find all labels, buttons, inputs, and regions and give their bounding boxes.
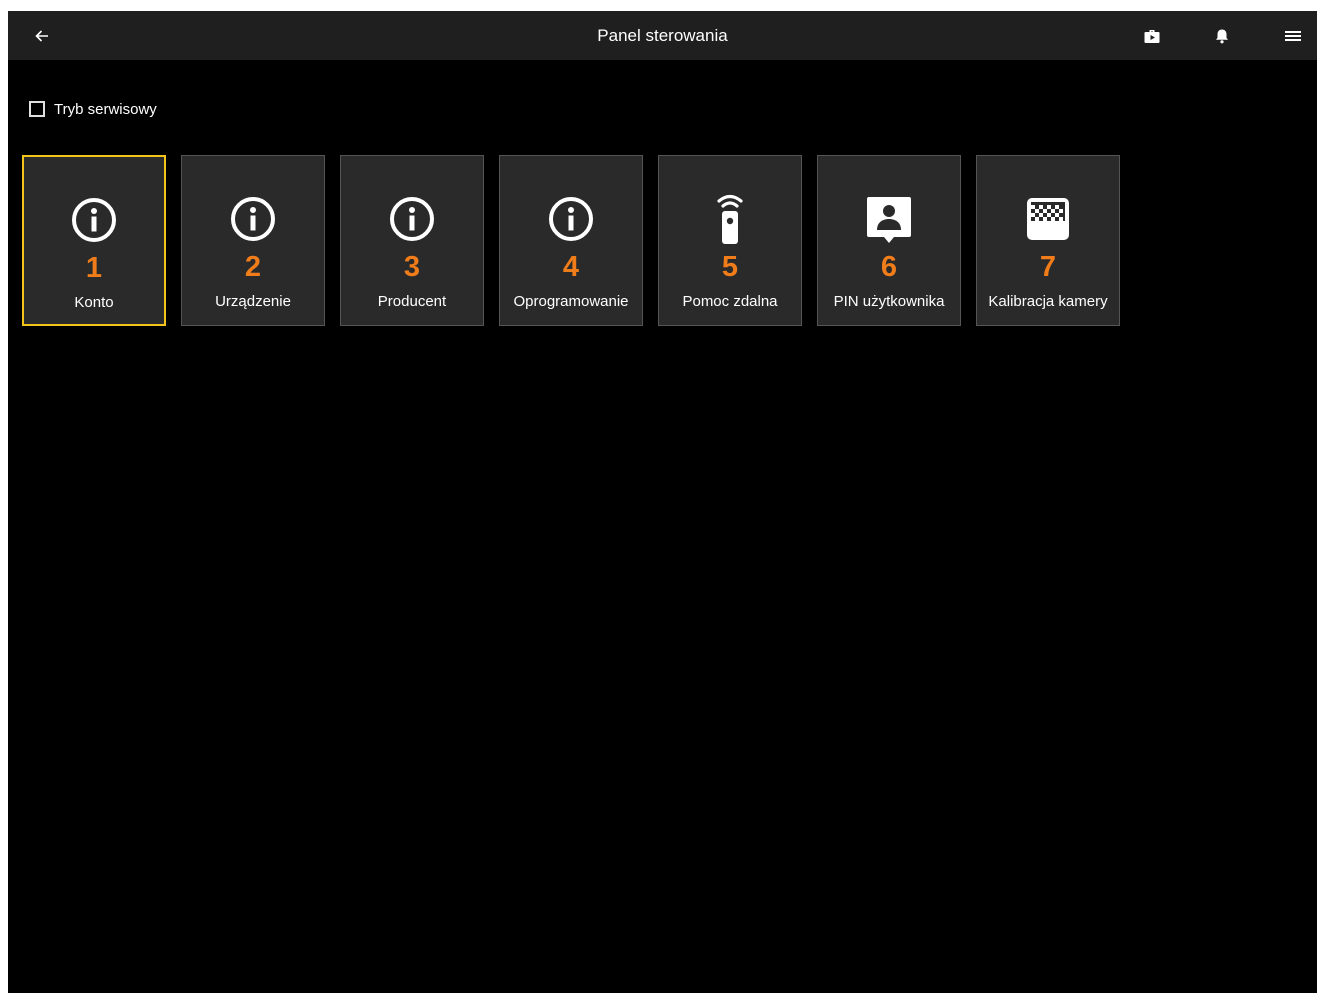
briefcase-button[interactable] xyxy=(1135,19,1169,53)
briefcase-play-icon xyxy=(1144,30,1160,43)
service-mode-toggle[interactable]: Tryb serwisowy xyxy=(29,97,157,121)
info-icon xyxy=(72,198,116,242)
tile-label: Konto xyxy=(74,294,114,311)
info-icon xyxy=(549,197,593,241)
notifications-button[interactable] xyxy=(1205,19,1239,53)
tile-remote-help[interactable]: 5 Pomoc zdalna xyxy=(658,155,802,326)
hamburger-menu-icon xyxy=(1285,31,1301,41)
menu-button[interactable] xyxy=(1276,19,1310,53)
tile-label: Pomoc zdalna xyxy=(682,293,778,310)
remote-control-icon xyxy=(717,194,743,244)
tile-number: 3 xyxy=(403,251,421,283)
tile-user-pin[interactable]: 6 PIN użytkownika xyxy=(817,155,961,326)
back-button[interactable] xyxy=(25,19,59,53)
user-badge-icon xyxy=(867,197,911,243)
info-icon xyxy=(231,197,275,241)
tile-number: 2 xyxy=(244,251,262,283)
tile-label: Producent xyxy=(377,293,447,310)
tile-label: PIN użytkownika xyxy=(833,293,945,310)
info-icon xyxy=(390,197,434,241)
bell-icon xyxy=(1216,29,1228,44)
tile-device[interactable]: 2 Urządzenie xyxy=(181,155,325,326)
app-window: Panel sterowania Tryb serwisowy 1 Konto … xyxy=(8,11,1317,993)
tile-account[interactable]: 1 Konto xyxy=(22,155,166,326)
tile-label: Kalibracja kamery xyxy=(988,293,1108,310)
title-bar: Panel sterowania xyxy=(8,11,1317,60)
service-mode-label: Tryb serwisowy xyxy=(54,100,157,118)
service-mode-checkbox[interactable] xyxy=(29,101,45,117)
tile-label: Urządzenie xyxy=(215,293,291,310)
page-title: Panel sterowania xyxy=(597,26,728,45)
tile-number: 5 xyxy=(721,251,739,283)
camera-calibration-icon xyxy=(1027,198,1069,240)
tile-label: Oprogramowanie xyxy=(513,293,629,310)
arrow-left-icon xyxy=(35,30,48,42)
tile-number: 6 xyxy=(880,251,898,283)
tile-camera-calibration[interactable]: 7 Kalibracja kamery xyxy=(976,155,1120,326)
tile-number: 7 xyxy=(1039,251,1057,283)
tile-software[interactable]: 4 Oprogramowanie xyxy=(499,155,643,326)
tile-number: 1 xyxy=(85,252,103,284)
tile-number: 4 xyxy=(562,251,580,283)
tile-manufacturer[interactable]: 3 Producent xyxy=(340,155,484,326)
